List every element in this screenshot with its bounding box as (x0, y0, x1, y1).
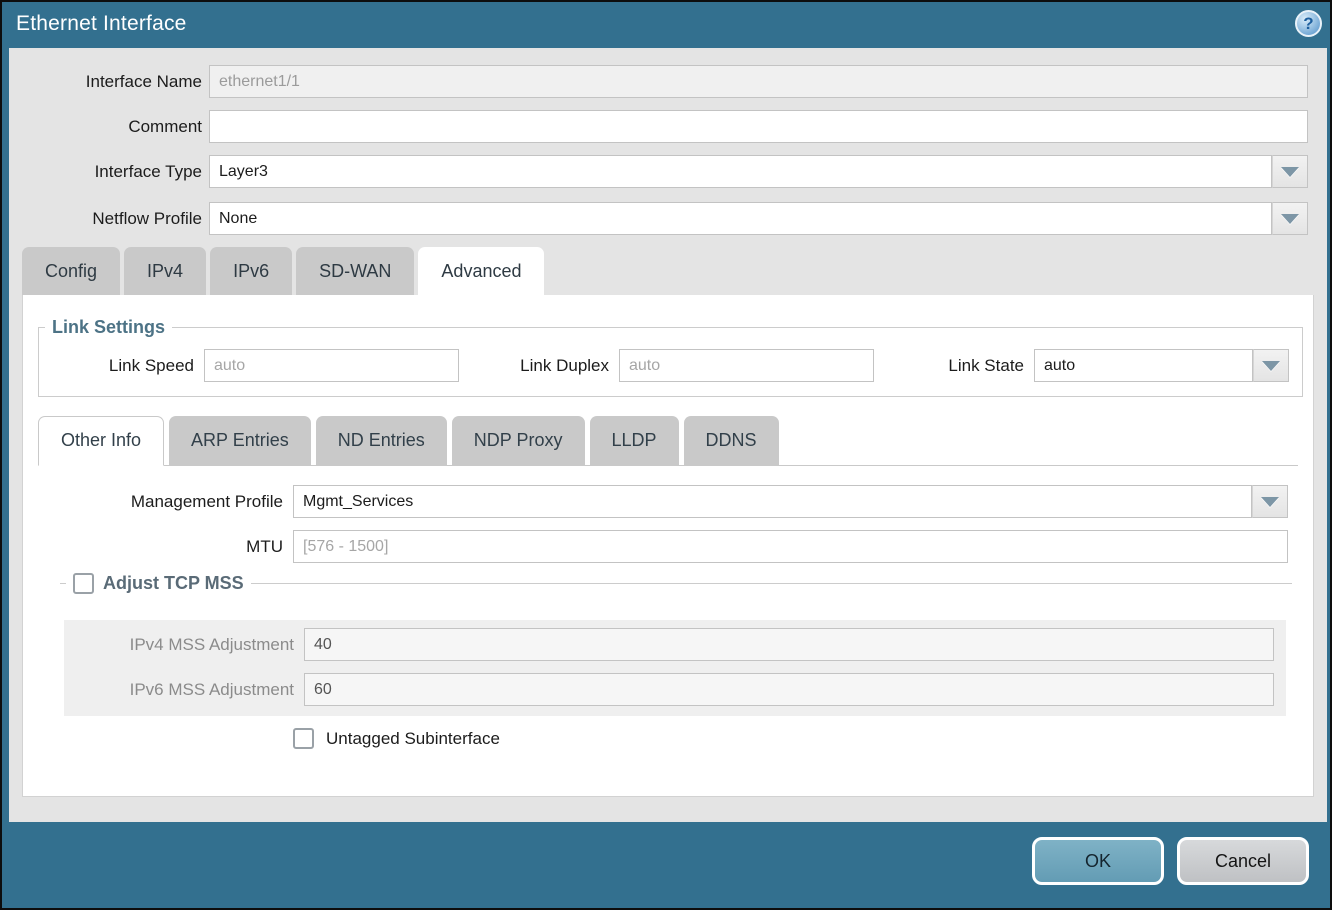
adjust-tcp-mss-label: Adjust TCP MSS (103, 573, 244, 594)
netflow-profile-label: Netflow Profile (12, 202, 202, 235)
adjust-tcp-mss-legend: Adjust TCP MSS (66, 573, 251, 594)
interface-type-select[interactable] (209, 155, 1308, 188)
tab-advanced[interactable]: Advanced (418, 247, 544, 295)
tab-arp-entries[interactable]: ARP Entries (169, 416, 311, 465)
netflow-profile-select[interactable] (209, 202, 1308, 235)
tab-ipv6[interactable]: IPv6 (210, 247, 292, 295)
dialog-title: Ethernet Interface (16, 12, 187, 36)
management-profile-value[interactable] (293, 485, 1252, 518)
mtu-row: MTU (23, 530, 1313, 563)
chevron-down-icon (1262, 361, 1280, 371)
dialog-body: Interface Name Comment Interface Type Ne… (9, 48, 1327, 822)
tab-sdwan[interactable]: SD-WAN (296, 247, 414, 295)
link-state-dropdown-icon[interactable] (1253, 349, 1289, 382)
chevron-down-icon (1281, 214, 1299, 224)
ipv4-mss-input (304, 628, 1274, 661)
netflow-profile-row: Netflow Profile (9, 202, 1315, 235)
comment-label: Comment (12, 110, 202, 143)
tab-nd-entries[interactable]: ND Entries (316, 416, 447, 465)
ipv4-mss-row: IPv4 MSS Adjustment (64, 628, 1286, 661)
link-settings-fieldset: Link Settings Link Speed Link Duplex Lin… (38, 317, 1303, 397)
tab-ndp-proxy[interactable]: NDP Proxy (452, 416, 585, 465)
management-profile-dropdown-icon[interactable] (1252, 485, 1288, 518)
link-state-value[interactable] (1034, 349, 1253, 382)
management-profile-label: Management Profile (83, 485, 283, 518)
link-speed-label: Link Speed (64, 349, 194, 382)
title-bar: Ethernet Interface ? (2, 2, 1330, 48)
adjust-tcp-mss-checkbox[interactable] (73, 573, 94, 594)
link-speed-input[interactable] (204, 349, 459, 382)
interface-type-row: Interface Type (9, 155, 1315, 188)
management-profile-row: Management Profile (23, 485, 1313, 518)
interface-name-label: Interface Name (12, 65, 202, 98)
tab-lldp[interactable]: LLDP (590, 416, 679, 465)
mtu-label: MTU (83, 530, 283, 563)
ipv6-mss-label: IPv6 MSS Adjustment (104, 673, 294, 706)
management-profile-select[interactable] (293, 485, 1288, 518)
ethernet-interface-dialog: Ethernet Interface ? Interface Name Comm… (0, 0, 1332, 910)
chevron-down-icon (1281, 167, 1299, 177)
mss-disabled-block: IPv4 MSS Adjustment IPv6 MSS Adjustment (64, 620, 1286, 716)
untagged-subinterface-row: Untagged Subinterface (293, 728, 500, 749)
netflow-profile-value[interactable] (209, 202, 1272, 235)
ipv6-mss-row: IPv6 MSS Adjustment (64, 673, 1286, 706)
link-state-select[interactable] (1034, 349, 1289, 382)
main-tab-bar: Config IPv4 IPv6 SD-WAN Advanced (22, 247, 548, 295)
tab-ddns[interactable]: DDNS (684, 416, 779, 465)
link-duplex-label: Link Duplex (499, 349, 609, 382)
interface-name-row: Interface Name (9, 65, 1315, 98)
interface-type-value[interactable] (209, 155, 1272, 188)
tab-ipv4[interactable]: IPv4 (124, 247, 206, 295)
interface-type-dropdown-icon[interactable] (1272, 155, 1308, 188)
chevron-down-icon (1261, 497, 1279, 507)
help-icon[interactable]: ? (1295, 10, 1322, 37)
comment-input[interactable] (209, 110, 1308, 143)
interface-type-label: Interface Type (12, 155, 202, 188)
comment-row: Comment (9, 110, 1315, 143)
cancel-button[interactable]: Cancel (1177, 837, 1309, 885)
mtu-input[interactable] (293, 530, 1288, 563)
netflow-profile-dropdown-icon[interactable] (1272, 202, 1308, 235)
dialog-footer: OK Cancel (2, 820, 1330, 908)
adjust-tcp-mss-fieldset: Adjust TCP MSS IPv4 MSS Adjustment IPv6 … (60, 573, 1292, 705)
tab-config[interactable]: Config (22, 247, 120, 295)
advanced-tab-panel: Link Settings Link Speed Link Duplex Lin… (22, 295, 1314, 797)
link-state-label: Link State (934, 349, 1024, 382)
link-duplex-input[interactable] (619, 349, 874, 382)
untagged-subinterface-checkbox[interactable] (293, 728, 314, 749)
other-info-tab-bar: Other Info ARP Entries ND Entries NDP Pr… (38, 416, 1298, 466)
interface-name-input (209, 65, 1308, 98)
ipv4-mss-label: IPv4 MSS Adjustment (104, 628, 294, 661)
ipv6-mss-input (304, 673, 1274, 706)
untagged-subinterface-label: Untagged Subinterface (326, 729, 500, 749)
tab-other-info[interactable]: Other Info (38, 416, 164, 466)
link-settings-legend: Link Settings (45, 317, 172, 338)
ok-button[interactable]: OK (1032, 837, 1164, 885)
